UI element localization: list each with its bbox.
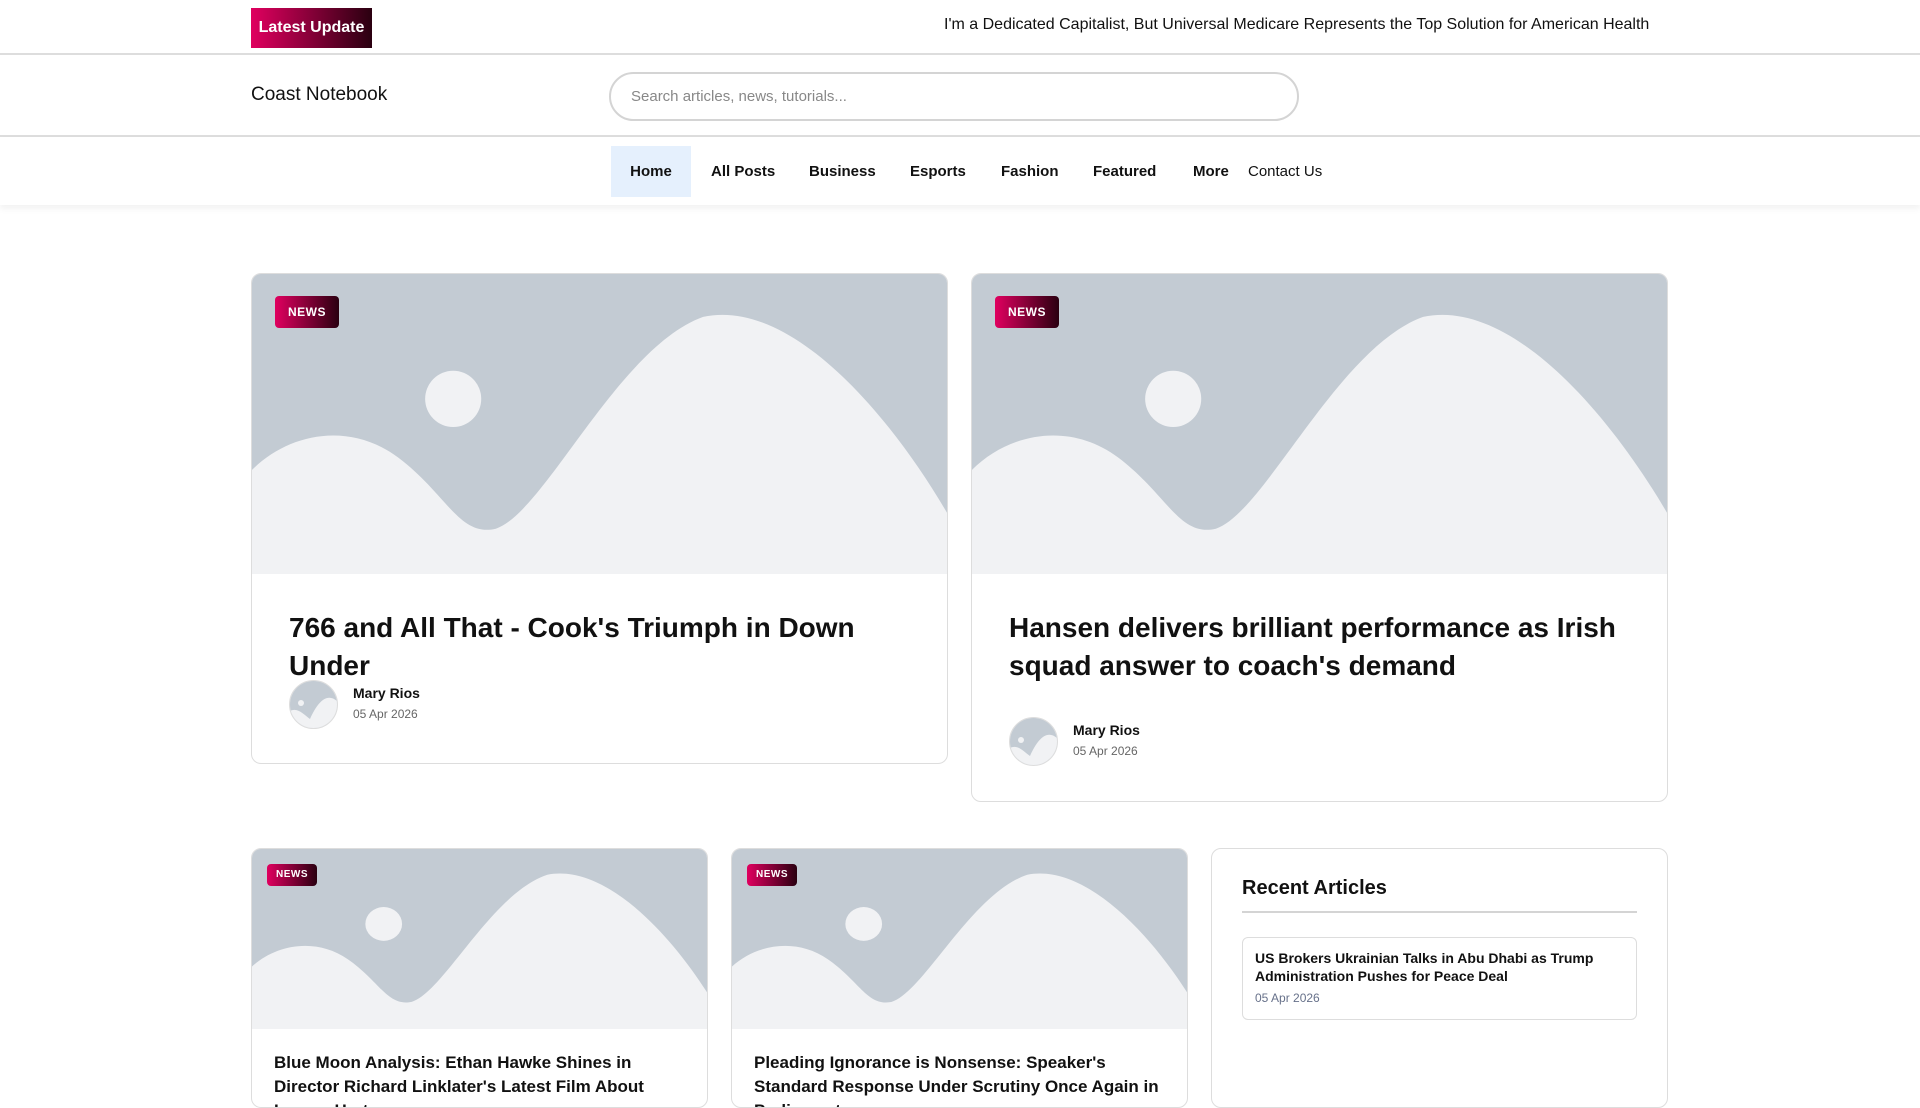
search-input[interactable] bbox=[609, 72, 1299, 121]
article-title[interactable]: Hansen delivers brilliant performance as… bbox=[1009, 609, 1637, 685]
latest-update-badge: Latest Update bbox=[251, 8, 372, 48]
avatar-placeholder-icon bbox=[1010, 718, 1057, 765]
category-badge[interactable]: NEWS bbox=[747, 864, 797, 886]
recent-article-date: 05 Apr 2026 bbox=[1255, 991, 1320, 1005]
nav-featured[interactable]: Featured bbox=[1073, 146, 1176, 197]
featured-card[interactable]: NEWS Hansen delivers brilliant performan… bbox=[971, 273, 1668, 802]
avatar-placeholder-icon bbox=[290, 681, 337, 728]
divider bbox=[1242, 911, 1637, 913]
nav-home[interactable]: Home bbox=[611, 146, 691, 197]
nav-all-posts[interactable]: All Posts bbox=[691, 146, 795, 197]
author-avatar bbox=[1009, 717, 1058, 766]
post-date: 05 Apr 2026 bbox=[353, 707, 418, 721]
site-logo[interactable]: Coast Notebook bbox=[251, 84, 387, 106]
placeholder-image bbox=[252, 849, 707, 1029]
nav-business[interactable]: Business bbox=[789, 146, 896, 197]
recent-articles-heading: Recent Articles bbox=[1242, 877, 1387, 899]
recent-article-item[interactable]: US Brokers Ukrainian Talks in Abu Dhabi … bbox=[1242, 937, 1637, 1020]
post-date: 05 Apr 2026 bbox=[1073, 744, 1138, 758]
featured-card[interactable]: NEWS 766 and All That - Cook's Triumph i… bbox=[251, 273, 948, 764]
nav-contact-us[interactable]: Contact Us bbox=[1228, 146, 1342, 197]
news-ticker[interactable]: I'm a Dedicated Capitalist, But Universa… bbox=[944, 14, 1658, 36]
placeholder-image bbox=[732, 849, 1187, 1029]
category-badge[interactable]: NEWS bbox=[267, 864, 317, 886]
post-card[interactable]: NEWS Blue Moon Analysis: Ethan Hawke Shi… bbox=[251, 848, 708, 1108]
main-nav: Home All Posts Business Esports Fashion … bbox=[0, 137, 1920, 205]
category-badge[interactable]: NEWS bbox=[275, 296, 339, 328]
article-title[interactable]: 766 and All That - Cook's Triumph in Dow… bbox=[289, 609, 917, 685]
author-avatar bbox=[289, 680, 338, 729]
nav-fashion[interactable]: Fashion bbox=[981, 146, 1079, 197]
author-name[interactable]: Mary Rios bbox=[353, 685, 420, 701]
placeholder-image bbox=[252, 274, 947, 574]
nav-esports[interactable]: Esports bbox=[890, 146, 986, 197]
author-name[interactable]: Mary Rios bbox=[1073, 722, 1140, 738]
placeholder-image bbox=[972, 274, 1667, 574]
recent-article-title[interactable]: US Brokers Ukrainian Talks in Abu Dhabi … bbox=[1255, 949, 1624, 985]
post-card[interactable]: NEWS Pleading Ignorance is Nonsense: Spe… bbox=[731, 848, 1188, 1108]
category-badge[interactable]: NEWS bbox=[995, 296, 1059, 328]
